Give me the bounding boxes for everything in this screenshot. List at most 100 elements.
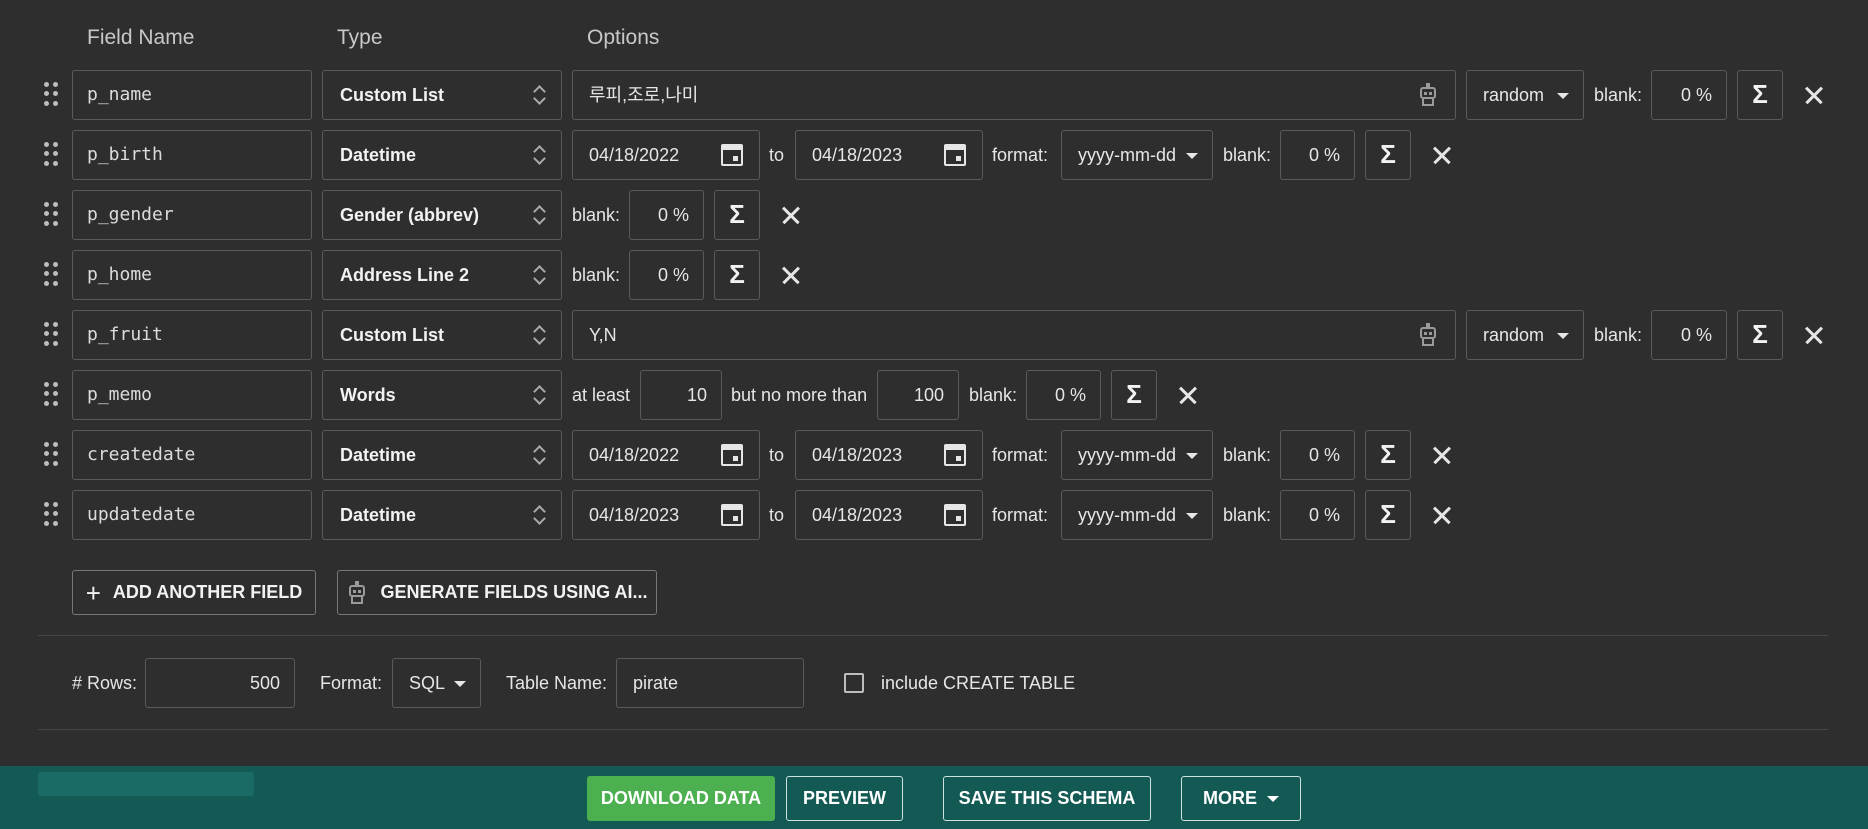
generate-ai-label: GENERATE FIELDS USING AI... bbox=[380, 582, 648, 602]
date-format-select[interactable]: yyyy-mm-dd bbox=[1061, 130, 1213, 180]
robot-icon bbox=[346, 580, 368, 605]
no-more-than-label: but no more than bbox=[731, 385, 868, 405]
field-type-label: Words bbox=[340, 385, 396, 405]
drag-handle-icon[interactable] bbox=[44, 142, 58, 166]
format-label: format: bbox=[992, 445, 1049, 465]
field-type-select[interactable]: Datetime bbox=[322, 490, 562, 540]
min-words-input[interactable]: 10 bbox=[640, 370, 722, 420]
field-name-input[interactable]: p_birth bbox=[72, 130, 312, 180]
sigma-formula-button[interactable]: Σ bbox=[1365, 130, 1411, 180]
date-to-input[interactable]: 04/18/2023 bbox=[795, 130, 983, 180]
drag-handle-icon[interactable] bbox=[44, 82, 58, 106]
caret-down-icon bbox=[1186, 453, 1198, 459]
field-type-select[interactable]: Address Line 2 bbox=[322, 250, 562, 300]
drag-handle-icon[interactable] bbox=[44, 442, 58, 466]
drag-handle-icon[interactable] bbox=[44, 382, 58, 406]
calendar-icon[interactable] bbox=[944, 444, 966, 466]
blank-percent-input[interactable]: 0 % bbox=[1651, 310, 1727, 360]
date-from-input[interactable]: 04/18/2023 bbox=[572, 490, 760, 540]
remove-field-icon[interactable] bbox=[1172, 370, 1202, 420]
field-name-input[interactable]: p_home bbox=[72, 250, 312, 300]
blank-percent-input[interactable]: 0 % bbox=[1280, 130, 1355, 180]
blank-percent-input[interactable]: 0 % bbox=[629, 250, 704, 300]
custom-list-values: Y,N bbox=[589, 325, 617, 345]
blank-label: blank: bbox=[1223, 445, 1272, 465]
sigma-formula-button[interactable]: Σ bbox=[714, 190, 760, 240]
date-to-input[interactable]: 04/18/2023 bbox=[795, 430, 983, 480]
table-name-input[interactable]: pirate bbox=[616, 658, 804, 708]
calendar-icon[interactable] bbox=[721, 504, 743, 526]
up-down-icon bbox=[533, 385, 545, 405]
remove-field-icon[interactable] bbox=[1426, 130, 1456, 180]
remove-field-icon[interactable] bbox=[1798, 70, 1828, 120]
divider bbox=[38, 729, 1828, 730]
sigma-formula-button[interactable]: Σ bbox=[1111, 370, 1157, 420]
field-name-input[interactable]: p_memo bbox=[72, 370, 312, 420]
field-row: p_fruit Custom List Y,N random blank: 0 … bbox=[0, 310, 1868, 360]
field-type-select[interactable]: Datetime bbox=[322, 430, 562, 480]
drag-handle-icon[interactable] bbox=[44, 262, 58, 286]
field-name-input[interactable]: updatedate bbox=[72, 490, 312, 540]
custom-list-input[interactable]: 루피,조로,나미 bbox=[572, 70, 1456, 120]
up-down-icon bbox=[533, 205, 545, 225]
up-down-icon bbox=[533, 445, 545, 465]
date-format-select[interactable]: yyyy-mm-dd bbox=[1061, 490, 1213, 540]
order-select[interactable]: random bbox=[1466, 70, 1584, 120]
date-to-input[interactable]: 04/18/2023 bbox=[795, 490, 983, 540]
sigma-formula-button[interactable]: Σ bbox=[1365, 490, 1411, 540]
field-type-select[interactable]: Gender (abbrev) bbox=[322, 190, 562, 240]
field-type-select[interactable]: Custom List bbox=[322, 310, 562, 360]
blank-percent-input[interactable]: 0 % bbox=[1651, 70, 1727, 120]
remove-field-icon[interactable] bbox=[1426, 430, 1456, 480]
sigma-formula-button[interactable]: Σ bbox=[1737, 310, 1783, 360]
generate-fields-ai-button[interactable]: GENERATE FIELDS USING AI... bbox=[337, 570, 657, 615]
custom-list-input[interactable]: Y,N bbox=[572, 310, 1456, 360]
rows-input[interactable]: 500 bbox=[145, 658, 295, 708]
include-create-table-checkbox[interactable] bbox=[844, 673, 864, 693]
calendar-icon[interactable] bbox=[721, 444, 743, 466]
date-from-value: 04/18/2022 bbox=[589, 445, 680, 465]
field-name-input[interactable]: p_name bbox=[72, 70, 312, 120]
remove-field-icon[interactable] bbox=[775, 190, 805, 240]
field-type-select[interactable]: Words bbox=[322, 370, 562, 420]
sigma-formula-button[interactable]: Σ bbox=[1737, 70, 1783, 120]
sigma-formula-button[interactable]: Σ bbox=[714, 250, 760, 300]
calendar-icon[interactable] bbox=[721, 144, 743, 166]
max-words-input[interactable]: 100 bbox=[877, 370, 959, 420]
field-type-select[interactable]: Custom List bbox=[322, 70, 562, 120]
preview-button[interactable]: PREVIEW bbox=[786, 776, 903, 821]
date-from-input[interactable]: 04/18/2022 bbox=[572, 130, 760, 180]
export-format-select[interactable]: SQL bbox=[392, 658, 481, 708]
add-field-label: ADD ANOTHER FIELD bbox=[112, 582, 303, 602]
calendar-icon[interactable] bbox=[944, 144, 966, 166]
order-value: random bbox=[1483, 325, 1545, 345]
order-select[interactable]: random bbox=[1466, 310, 1584, 360]
header-type: Type bbox=[337, 26, 383, 49]
format-label: format: bbox=[992, 145, 1049, 165]
field-name-input[interactable]: createdate bbox=[72, 430, 312, 480]
robot-icon[interactable] bbox=[1417, 83, 1439, 107]
save-schema-button[interactable]: SAVE THIS SCHEMA bbox=[943, 776, 1151, 821]
drag-handle-icon[interactable] bbox=[44, 502, 58, 526]
blank-percent-input[interactable]: 0 % bbox=[1026, 370, 1101, 420]
calendar-icon[interactable] bbox=[944, 504, 966, 526]
add-another-field-button[interactable]: + ADD ANOTHER FIELD bbox=[72, 570, 316, 615]
remove-field-icon[interactable] bbox=[775, 250, 805, 300]
field-name-input[interactable]: p_gender bbox=[72, 190, 312, 240]
date-format-select[interactable]: yyyy-mm-dd bbox=[1061, 430, 1213, 480]
blank-percent-input[interactable]: 0 % bbox=[1280, 490, 1355, 540]
date-from-input[interactable]: 04/18/2022 bbox=[572, 430, 760, 480]
field-name-input[interactable]: p_fruit bbox=[72, 310, 312, 360]
field-type-select[interactable]: Datetime bbox=[322, 130, 562, 180]
order-value: random bbox=[1483, 85, 1545, 105]
blank-percent-input[interactable]: 0 % bbox=[1280, 430, 1355, 480]
remove-field-icon[interactable] bbox=[1426, 490, 1456, 540]
drag-handle-icon[interactable] bbox=[44, 202, 58, 226]
drag-handle-icon[interactable] bbox=[44, 322, 58, 346]
remove-field-icon[interactable] bbox=[1798, 310, 1828, 360]
download-data-button[interactable]: DOWNLOAD DATA bbox=[587, 776, 775, 821]
blank-percent-input[interactable]: 0 % bbox=[629, 190, 704, 240]
robot-icon[interactable] bbox=[1417, 323, 1439, 347]
sigma-formula-button[interactable]: Σ bbox=[1365, 430, 1411, 480]
more-button[interactable]: MORE bbox=[1181, 776, 1301, 821]
